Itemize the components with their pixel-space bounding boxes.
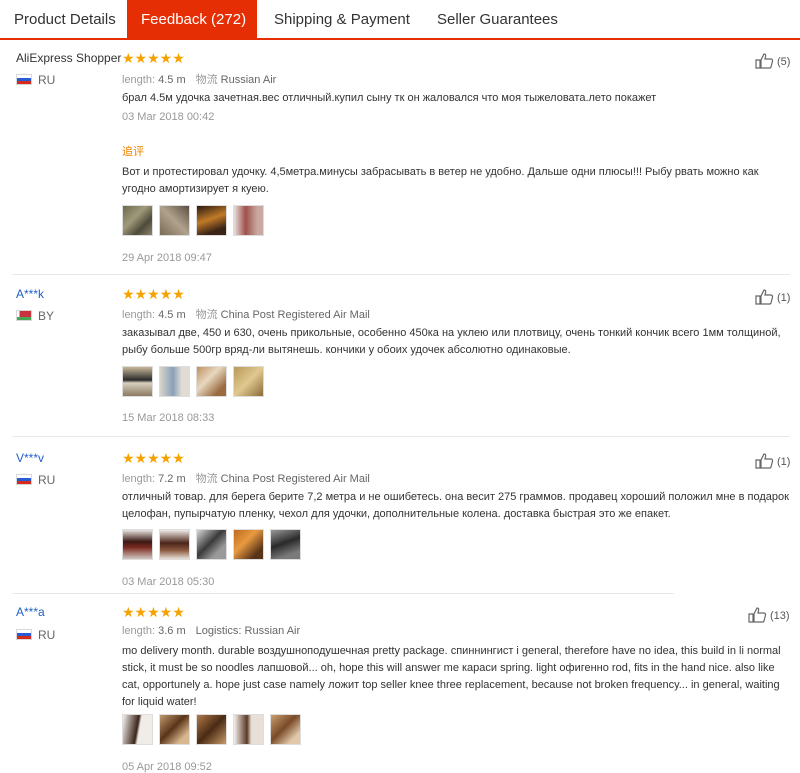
reviewer-country: RU <box>16 628 55 642</box>
star-rating: ★★★★★ <box>122 604 185 620</box>
helpful-count: (13) <box>770 610 790 622</box>
helpful-count: (1) <box>777 292 791 304</box>
star-rating: ★★★★★ <box>122 450 185 466</box>
review-photo[interactable] <box>233 205 264 236</box>
helpful-count: (5) <box>777 56 791 68</box>
product-tabs: Product Details Feedback (272) Shipping … <box>0 0 800 40</box>
followup-text: Вот и протестировал удочку. 4,5метра.мин… <box>122 166 759 195</box>
helpful-button[interactable]: (1) <box>755 289 790 305</box>
reviewer-name[interactable]: A***k <box>16 287 44 301</box>
review-photo[interactable] <box>270 529 301 560</box>
tab-seller-guarantees[interactable]: Seller Guarantees <box>423 0 572 38</box>
review-photo[interactable] <box>159 714 190 745</box>
reviewer-name: AliExpress Shopper <box>16 51 122 65</box>
review-photo[interactable] <box>233 366 264 397</box>
review-photo[interactable] <box>122 205 153 236</box>
review-photo[interactable] <box>196 205 227 236</box>
followup-label: 追评 <box>122 146 144 158</box>
thumbs-up-icon <box>748 607 767 623</box>
thumbs-up-icon <box>755 53 774 69</box>
reviewer-name[interactable]: V***v <box>16 451 44 465</box>
review-attributes: length: 4.5 m 物流 China Post Registered Ai… <box>122 309 370 321</box>
review-attributes: length: 3.6 m Logistics: Russian Air <box>122 625 301 637</box>
review-date: 05 Apr 2018 09:52 <box>122 761 212 773</box>
photo-gallery <box>122 366 264 397</box>
review-attributes: length: 4.5 m 物流 Russian Air <box>122 74 277 86</box>
reviewer-country: RU <box>16 473 55 487</box>
russia-flag-icon <box>16 629 32 640</box>
thumbs-up-icon <box>755 289 774 305</box>
review-text: заказывал две, 450 и 630, очень прикольн… <box>122 327 781 356</box>
helpful-button[interactable]: (5) <box>755 53 790 69</box>
reviewer-name[interactable]: A***a <box>16 605 45 619</box>
followup-date: 29 Apr 2018 09:47 <box>122 252 212 264</box>
review-photo[interactable] <box>159 529 190 560</box>
photo-gallery <box>122 205 264 236</box>
russia-flag-icon <box>16 74 32 85</box>
thumbs-up-icon <box>755 453 774 469</box>
review-date: 03 Mar 2018 05:30 <box>122 576 215 588</box>
tab-shipping-payment[interactable]: Shipping & Payment <box>260 0 424 38</box>
review-divider <box>12 274 790 275</box>
review-text: брал 4.5м удочка зачетная.вес отличный.к… <box>122 92 657 104</box>
review-photo[interactable] <box>122 529 153 560</box>
review-date: 15 Mar 2018 08:33 <box>122 412 215 424</box>
star-rating: ★★★★★ <box>122 50 185 66</box>
helpful-button[interactable]: (1) <box>755 453 790 469</box>
review-photo[interactable] <box>122 366 153 397</box>
tab-feedback[interactable]: Feedback (272) <box>127 0 257 40</box>
review-date: 03 Mar 2018 00:42 <box>122 111 215 123</box>
review-divider <box>12 436 790 437</box>
helpful-button[interactable]: (13) <box>748 607 790 623</box>
review-text: mo delivery month. durable воздушноподуш… <box>122 645 781 708</box>
review-photo[interactable] <box>196 714 227 745</box>
reviewer-country: RU <box>16 73 55 87</box>
belarus-flag-icon <box>16 310 32 321</box>
reviewer-country: BY <box>16 309 54 323</box>
review-photo[interactable] <box>196 366 227 397</box>
review-attributes: length: 7.2 m 物流 China Post Registered Ai… <box>122 473 370 485</box>
photo-gallery <box>122 714 301 745</box>
tab-product-details[interactable]: Product Details <box>0 0 130 38</box>
review-photo[interactable] <box>270 714 301 745</box>
photo-gallery <box>122 529 301 560</box>
review-photo[interactable] <box>159 366 190 397</box>
review-photo[interactable] <box>122 714 153 745</box>
review-photo[interactable] <box>233 714 264 745</box>
review-photo[interactable] <box>233 529 264 560</box>
review-text: отличный товар. для берега берите 7,2 ме… <box>122 491 789 520</box>
review-photo[interactable] <box>196 529 227 560</box>
review-divider <box>12 593 674 594</box>
russia-flag-icon <box>16 474 32 485</box>
star-rating: ★★★★★ <box>122 286 185 302</box>
helpful-count: (1) <box>777 456 791 468</box>
review-photo[interactable] <box>159 205 190 236</box>
